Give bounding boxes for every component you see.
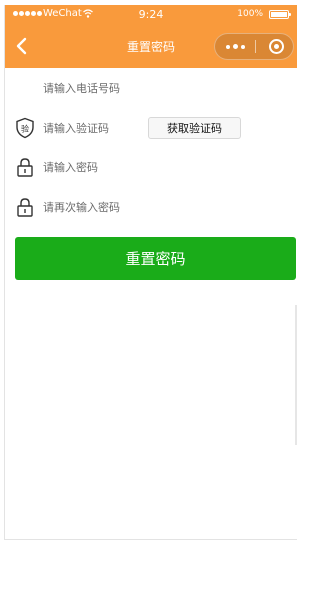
- scrollbar[interactable]: [295, 305, 297, 445]
- code-row: 验 获取验证码: [5, 113, 297, 143]
- svg-text:验: 验: [21, 124, 29, 134]
- capsule-divider: [255, 40, 256, 53]
- battery-percentage: 100%: [237, 9, 263, 19]
- reset-password-button[interactable]: 重置密码: [15, 237, 296, 280]
- phone-input[interactable]: [43, 78, 183, 98]
- get-code-button[interactable]: 获取验证码: [148, 117, 241, 139]
- more-button[interactable]: [215, 34, 255, 59]
- close-mini-program-button[interactable]: [259, 34, 293, 59]
- mini-program-capsule: [214, 33, 294, 60]
- confirm-password-row: [5, 192, 297, 222]
- confirm-password-input[interactable]: [43, 197, 183, 217]
- phone-screen: WeChat 9:24 100% 重置密码 请输入电话号码 验 请输入验证码 获…: [4, 5, 297, 540]
- lock-icon: [17, 158, 33, 177]
- phone-row: [5, 73, 297, 103]
- status-bar: WeChat 9:24 100%: [5, 5, 297, 25]
- password-row: [5, 152, 297, 182]
- navigation-bar: 重置密码: [5, 30, 297, 64]
- shield-icon: 验: [16, 117, 34, 139]
- password-input[interactable]: [43, 157, 183, 177]
- more-dots-icon: [225, 44, 230, 49]
- lock-icon: [17, 198, 33, 217]
- top-bar: WeChat 9:24 100% 重置密码: [5, 5, 297, 68]
- battery-icon: [269, 10, 291, 19]
